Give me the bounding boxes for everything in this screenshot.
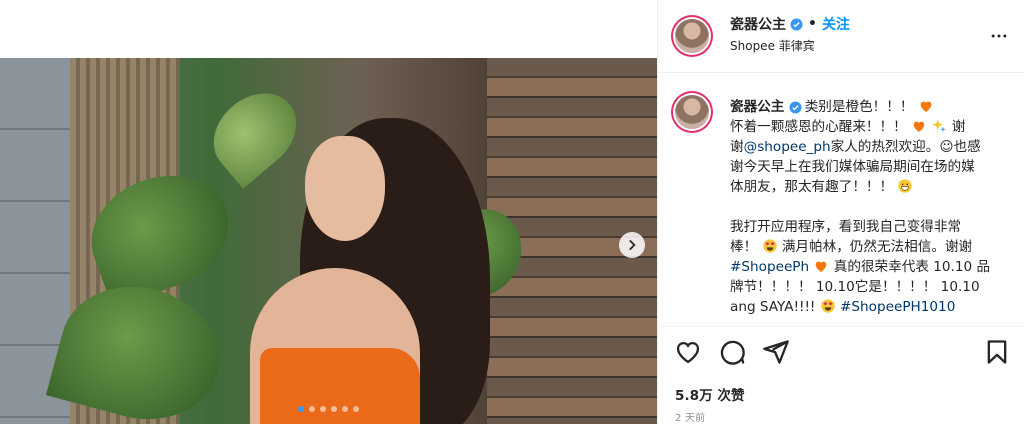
- caption-line: 谢: [730, 139, 744, 155]
- caption-line: 谢今天早上在我们媒体骗局期间在场的媒: [730, 159, 975, 175]
- hashtag-link[interactable]: #ShopeePH1010: [840, 299, 955, 315]
- comment-icon: [720, 340, 745, 365]
- caption-line: 我打开应用程序，看到我自己变得非常: [730, 219, 962, 235]
- orange-heart-emoji: [918, 98, 934, 114]
- grinning-emoji: [897, 178, 913, 194]
- mention-link[interactable]: @shopee_ph: [744, 139, 831, 155]
- post-media: [0, 0, 657, 424]
- separator-dot: •: [808, 16, 817, 32]
- media-top-margin: [0, 0, 657, 58]
- carousel-indicator: [298, 406, 359, 412]
- post-photo[interactable]: [0, 58, 657, 424]
- leaf: [198, 77, 312, 189]
- verified-badge-icon: [790, 18, 803, 31]
- hashtag-link[interactable]: #ShopeePh: [730, 259, 809, 275]
- carousel-next-button[interactable]: [619, 232, 645, 258]
- caption-line: 真的很荣幸代表 10.10 品: [833, 259, 991, 275]
- more-horizontal-icon: [991, 34, 1007, 38]
- orange-dress: [260, 348, 420, 424]
- carousel-dot[interactable]: [298, 406, 304, 412]
- like-button[interactable]: [674, 338, 702, 366]
- caption-username[interactable]: 瓷器公主: [730, 99, 784, 115]
- caption-section: 瓷器公主 类别是橙色！！！ 怀着一颗感恩的心醒来！！！ 谢 谢@shopee_p…: [658, 73, 1024, 327]
- orange-heart-emoji: [813, 258, 829, 274]
- caption-line: ang SAYA!!!!: [730, 299, 816, 315]
- avatar[interactable]: [675, 19, 709, 53]
- username[interactable]: 瓷器公主: [730, 14, 786, 34]
- carousel-dot[interactable]: [353, 406, 359, 412]
- caption-line: 怀着一颗感恩的心醒来！！！: [730, 119, 907, 135]
- avatar[interactable]: [675, 95, 709, 129]
- more-options-button[interactable]: [987, 24, 1011, 48]
- post-header: 瓷器公主 • 关注 Shopee 菲律宾: [658, 0, 1024, 73]
- comment-button[interactable]: [718, 338, 746, 366]
- carousel-dot[interactable]: [342, 406, 348, 412]
- caption-line: 谢: [951, 119, 966, 135]
- caption-line: 体朋友，那太有趣了！！！: [730, 179, 894, 195]
- heart-outline-icon: [676, 342, 700, 364]
- carousel-dot[interactable]: [331, 406, 337, 412]
- caption-line: 家人的热烈欢迎。☺也感: [830, 139, 981, 155]
- caption-line: 棒！: [730, 239, 758, 255]
- follow-button[interactable]: 关注: [822, 14, 850, 34]
- save-button[interactable]: [983, 338, 1011, 366]
- bookmark-icon: [987, 340, 1007, 364]
- location-link[interactable]: Shopee 菲律宾: [730, 37, 815, 54]
- action-bar: [658, 334, 1024, 374]
- post-timestamp[interactable]: 2 天前: [675, 409, 705, 424]
- orange-heart-emoji: [911, 118, 927, 134]
- caption-line: 牌节！！！！ 10.10它是！！！！ 10.10: [730, 279, 980, 295]
- woman-face: [305, 136, 385, 241]
- chevron-right-icon: [629, 240, 636, 250]
- sparkles-emoji: [931, 118, 947, 134]
- caption-line: 类别是橙色！！！: [804, 99, 914, 115]
- caption-line: 满月帕林，仍然无法相信。谢谢: [781, 239, 973, 255]
- likes-count[interactable]: 5.8万 次赞: [675, 384, 745, 404]
- heart-eyes-emoji: [762, 238, 778, 254]
- share-button[interactable]: [762, 338, 790, 366]
- caption-text: 瓷器公主 类别是橙色！！！ 怀着一颗感恩的心醒来！！！ 谢 谢@shopee_p…: [730, 97, 1006, 317]
- carousel-dot[interactable]: [309, 406, 315, 412]
- post-details-panel: 瓷器公主 • 关注 Shopee 菲律宾 瓷器公主 类别是橙色！！！ 怀着一颗感…: [657, 0, 1024, 424]
- heart-eyes-emoji: [820, 298, 836, 314]
- paper-plane-icon: [763, 340, 789, 364]
- carousel-dot[interactable]: [320, 406, 326, 412]
- verified-badge-icon: [789, 100, 805, 116]
